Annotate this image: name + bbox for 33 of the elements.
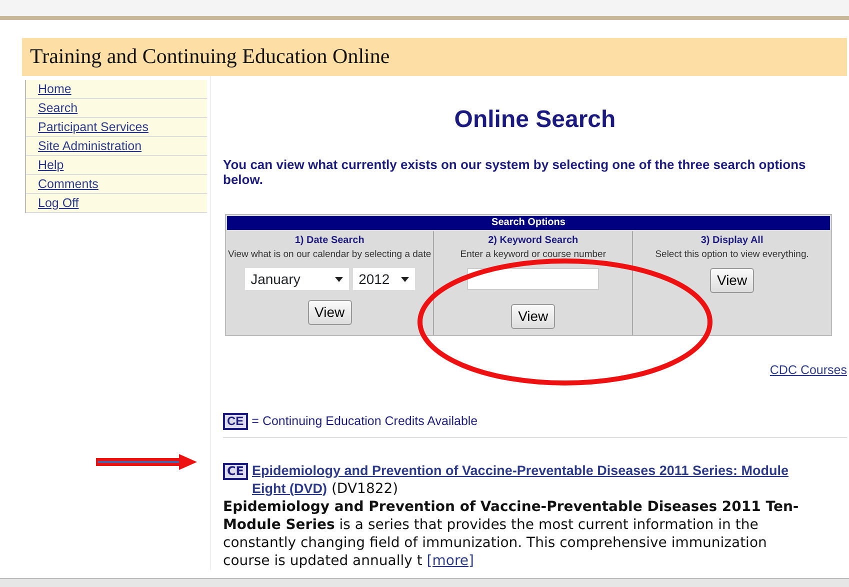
nav-link[interactable]: Search [26,99,207,118]
view-button[interactable]: View [308,300,352,326]
month-select[interactable]: January [244,268,349,290]
view-button[interactable]: View [710,268,754,294]
cdc-courses-link[interactable]: CDC Courses [770,363,847,378]
course-description: Epidemiology and Prevention of Vaccine-Preventable Diseases 2011 Ten-Module Series is a series that provides the most current information in the constantly changing field of immunization. This comprehensive immunization course is updated annually t [more] [223,498,800,570]
nav-link[interactable]: Home [26,80,207,99]
year-select[interactable]: 2012 [352,268,415,290]
keyword-field[interactable] [467,268,600,290]
more-link[interactable]: [more] [426,552,474,569]
page-title: Online Search [453,106,617,135]
legend-text: = Continuing Education Credits Available [252,413,478,430]
site-title: Training and Continuing Education Online [30,43,390,70]
option-hint: Enter a keyword or course number [459,248,607,262]
nav-link[interactable]: Log Off [26,194,207,213]
option-heading: 3) Display All [700,234,764,248]
option-heading: 1) Date Search [294,234,366,248]
ce-badge: CE [223,462,248,480]
nav-link[interactable]: Help [26,156,207,175]
nav-link[interactable]: Site Administration [26,137,207,156]
intro-text: You can view what currently exists on our system by selecting one of the three search options below. [223,156,807,187]
caret-icon [334,276,343,282]
ce-badge: CE [223,412,248,430]
view-button[interactable]: View [511,304,556,330]
caret-icon [400,276,409,282]
arrow-icon [95,453,199,471]
option-hint: View what is on our calendar by selecting a date [228,248,432,262]
panel-header: Search Options [227,216,830,230]
nav-link[interactable]: Comments [26,175,207,194]
option-hint: Select this option to view everything. [654,248,810,262]
course-title[interactable]: Epidemiology and Prevention of Vaccine-Preventable Diseases 2011 Series: Module Eight (DVD) (DV1822) [252,462,811,498]
option-heading: 2) Keyword Search [487,234,580,248]
nav-link[interactable]: Participant Services [26,118,207,137]
